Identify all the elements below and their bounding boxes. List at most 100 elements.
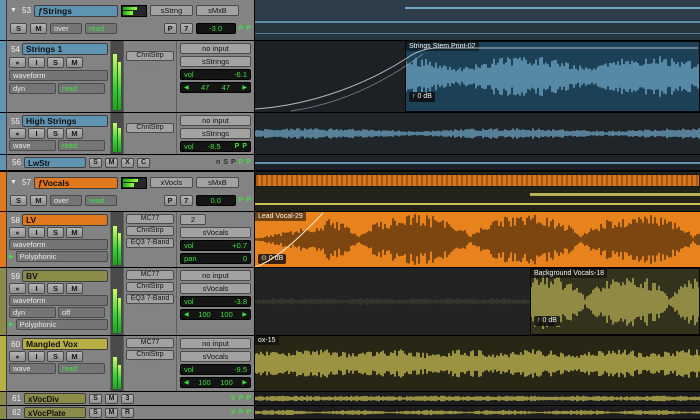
output-selector[interactable]: xVocls: [150, 177, 193, 188]
output-selector[interactable]: sVocals: [180, 351, 251, 362]
mute-button[interactable]: M: [30, 195, 47, 206]
solo-button[interactable]: S: [47, 57, 64, 68]
track-name[interactable]: High Strings: [22, 115, 108, 127]
lwstr-lane[interactable]: [255, 155, 700, 170]
clip-gain-badge[interactable]: ⊙0 dB: [258, 254, 286, 264]
record-arm-button[interactable]: ●: [9, 57, 26, 68]
mute-button[interactable]: M: [66, 227, 83, 238]
elastic-audio-selector[interactable]: Polyphonic: [16, 251, 108, 262]
solo-button[interactable]: S: [10, 195, 27, 206]
input-monitor-button[interactable]: I: [28, 351, 45, 362]
solo-button[interactable]: S: [47, 128, 64, 139]
volume-readout[interactable]: vol+0.7: [180, 240, 251, 251]
input-monitor-button[interactable]: I: [28, 128, 45, 139]
output-selector[interactable]: sStrings: [180, 128, 251, 139]
insert-chnlstrp[interactable]: ChnlStrp: [126, 51, 174, 61]
bus-selector[interactable]: sMxB: [196, 5, 239, 16]
mini-button-c[interactable]: C: [137, 158, 150, 168]
automation-mode[interactable]: read: [58, 140, 105, 151]
input-selector[interactable]: no input: [180, 338, 251, 349]
strings1-lane[interactable]: Strings Stem Print-02 ↑0 dB: [255, 41, 700, 112]
volume-readout[interactable]: -3.0: [196, 23, 236, 34]
xvocdiv-lane[interactable]: [255, 392, 700, 405]
mute-button[interactable]: M: [66, 283, 83, 294]
mute-button[interactable]: M: [105, 158, 118, 168]
input-monitor-button[interactable]: I: [28, 57, 45, 68]
record-arm-button[interactable]: ●: [9, 351, 26, 362]
empty-insert-slots[interactable]: · · ·: [126, 43, 174, 49]
mini-button-x[interactable]: X: [121, 158, 134, 168]
input-monitor-button[interactable]: I: [28, 227, 45, 238]
elastic-audio-selector[interactable]: Polyphonic: [16, 319, 108, 330]
insert-chnlstrp[interactable]: ChnlStrp: [126, 226, 174, 236]
mute-button[interactable]: M: [30, 23, 47, 34]
volume-readout[interactable]: 0.0: [196, 195, 236, 206]
track-name[interactable]: LV: [22, 214, 108, 226]
automation-mode[interactable]: off: [58, 307, 105, 318]
clip-gain-badge[interactable]: ↑0 dB: [534, 316, 560, 326]
track-name[interactable]: LwStr: [24, 157, 86, 168]
xvocplate-lane[interactable]: [255, 406, 700, 419]
mini-button-r[interactable]: R: [121, 408, 134, 418]
track-view-selector[interactable]: waveform: [9, 295, 108, 306]
solo-button[interactable]: S: [10, 23, 27, 34]
mute-button[interactable]: M: [66, 128, 83, 139]
mute-button[interactable]: M: [105, 408, 118, 418]
track-name[interactable]: xVocDiv: [24, 393, 86, 404]
clip-gain-badge[interactable]: ↑0 dB: [409, 92, 435, 102]
track-view-selector[interactable]: waveform: [9, 239, 108, 250]
volume-readout[interactable]: vol-8.5PP: [180, 141, 251, 152]
dyn-selector[interactable]: dyn: [9, 307, 56, 318]
solo-button[interactable]: S: [47, 283, 64, 294]
solo-button[interactable]: S: [89, 158, 102, 168]
pan-readout[interactable]: ◀100100▶: [180, 377, 251, 388]
automation-mode[interactable]: over: [50, 23, 82, 34]
empty-insert-slots[interactable]: · · ·: [126, 362, 174, 368]
solo-button[interactable]: S: [47, 351, 64, 362]
track-name[interactable]: ƒStrings: [34, 5, 118, 17]
insert-chnlstrp[interactable]: ChnlStrp: [126, 123, 174, 133]
insert-chnlstrp[interactable]: ChnlStrp: [126, 350, 174, 360]
track-view-selector[interactable]: waveform: [9, 70, 108, 81]
track-name[interactable]: BV: [22, 270, 108, 282]
pan-readout[interactable]: ◀100100▶: [180, 309, 251, 320]
insert-mc77[interactable]: MC77: [126, 270, 174, 280]
insert-chnlstrp[interactable]: ChnlStrp: [126, 282, 174, 292]
insert-mc77[interactable]: MC77: [126, 214, 174, 224]
dyn-selector[interactable]: dyn: [9, 83, 56, 94]
automation-mode[interactable]: read: [58, 363, 105, 374]
solo-button[interactable]: S: [47, 227, 64, 238]
automation-read[interactable]: read: [85, 195, 117, 206]
lead-vocal-lane[interactable]: Lead Vocal-29 ⊙0 dB: [255, 212, 700, 267]
insert-eq3[interactable]: EQ3 7-Band: [126, 238, 174, 248]
mangled-vox-lane[interactable]: ox-15: [255, 336, 700, 391]
track-name[interactable]: xVocPlate: [24, 407, 86, 418]
bus-selector[interactable]: sMxB: [196, 177, 239, 188]
track-name[interactable]: Mangled Vox: [22, 338, 108, 350]
mute-button[interactable]: M: [66, 351, 83, 362]
audio-region-strings-stem[interactable]: Strings Stem Print-02 ↑0 dB: [405, 41, 700, 112]
volume-readout[interactable]: vol-6.1: [180, 69, 251, 80]
input-selector[interactable]: 2: [180, 214, 206, 225]
solo-button[interactable]: S: [89, 408, 102, 418]
folder-disclosure-icon[interactable]: ▼: [10, 7, 17, 14]
mini-button-3[interactable]: 3: [121, 394, 134, 404]
track-view-selector[interactable]: wave: [9, 363, 56, 374]
folder-strings-lane[interactable]: [255, 0, 700, 40]
empty-insert-slots[interactable]: · · ·: [126, 115, 174, 121]
empty-insert-slots[interactable]: · · ·: [126, 306, 174, 312]
mute-button[interactable]: M: [105, 394, 118, 404]
record-arm-button[interactable]: ●: [9, 227, 26, 238]
bv-lane[interactable]: Background Vocals-18 ↑0 dB: [255, 268, 700, 335]
track-view-selector[interactable]: wave: [9, 140, 56, 151]
audio-region-bg-vocals[interactable]: Background Vocals-18 ↑0 dB: [530, 268, 700, 335]
high-strings-lane[interactable]: [255, 113, 700, 154]
input-selector[interactable]: no input: [180, 115, 251, 126]
pan-readout[interactable]: ◀4747▶: [180, 82, 251, 93]
volume-readout[interactable]: vol-9.5: [180, 364, 251, 375]
mute-button[interactable]: M: [66, 57, 83, 68]
input-selector[interactable]: no input: [180, 43, 251, 54]
empty-insert-slots[interactable]: · · ·: [126, 63, 174, 69]
insert-eq3[interactable]: EQ3 7-Band: [126, 294, 174, 304]
record-arm-button[interactable]: ●: [9, 283, 26, 294]
